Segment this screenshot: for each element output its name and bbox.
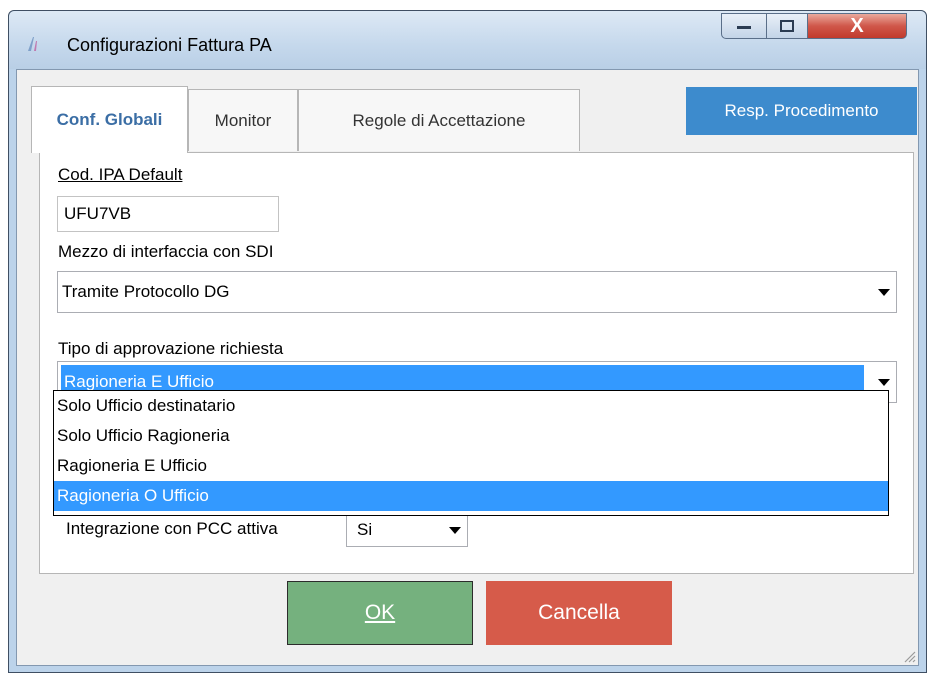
- pcc-select[interactable]: Si: [346, 513, 468, 547]
- window-title: Configurazioni Fattura PA: [67, 35, 272, 55]
- mezzo-select[interactable]: Tramite Protocollo DG: [57, 271, 897, 313]
- tab-label: Conf. Globali: [56, 110, 163, 129]
- dropdown-option-highlighted[interactable]: Ragioneria O Ufficio: [54, 481, 888, 511]
- cod-ipa-label-text: Cod. IPA Default: [58, 165, 183, 184]
- app-icon: [28, 37, 37, 51]
- dialog-window: Configurazioni Fattura PA X Conf. Global…: [8, 10, 927, 673]
- close-icon: X: [850, 14, 864, 37]
- dropdown-option[interactable]: Solo Ufficio Ragioneria: [54, 421, 888, 451]
- ok-button-label: OK: [364, 601, 396, 624]
- mezzo-select-value: Tramite Protocollo DG: [62, 282, 230, 301]
- chevron-down-icon[interactable]: [449, 527, 461, 534]
- tab-monitor[interactable]: Monitor: [188, 89, 298, 151]
- title-bar[interactable]: Configurazioni Fattura PA X: [9, 11, 926, 69]
- cod-ipa-label: Cod. IPA Default: [58, 165, 182, 185]
- minimize-button[interactable]: [721, 13, 767, 39]
- close-button[interactable]: X: [807, 13, 907, 39]
- maximize-button[interactable]: [766, 13, 808, 39]
- dialog-client-area: Conf. Globali Monitor Regole di Accettaz…: [16, 69, 919, 666]
- dropdown-option[interactable]: Solo Ufficio destinatario: [54, 391, 888, 421]
- chevron-down-icon[interactable]: [878, 289, 890, 296]
- ok-button[interactable]: OK: [287, 581, 473, 645]
- cancel-button-label: Cancella: [538, 601, 620, 624]
- tab-label: Monitor: [214, 110, 272, 130]
- pcc-label: Integrazione con PCC attiva: [66, 519, 278, 538]
- tab-regole-accettazione[interactable]: Regole di Accettazione: [298, 89, 580, 151]
- maximize-icon: [780, 20, 794, 32]
- chevron-down-icon[interactable]: [878, 379, 890, 386]
- cod-ipa-input[interactable]: UFU7VB: [57, 196, 279, 232]
- mezzo-label: Mezzo di interfaccia con SDI: [58, 242, 274, 261]
- tipo-approvazione-label: Tipo di approvazione richiesta: [58, 339, 284, 358]
- resize-grip-icon[interactable]: [902, 649, 916, 663]
- minimize-icon: [737, 26, 751, 29]
- dropdown-option[interactable]: Ragioneria E Ufficio: [54, 451, 888, 481]
- pcc-select-value: Si: [357, 520, 373, 539]
- tab-label: Regole di Accettazione: [352, 110, 526, 130]
- tab-conf-globali[interactable]: Conf. Globali: [31, 86, 188, 153]
- cancel-button[interactable]: Cancella: [486, 581, 672, 645]
- tipo-approvazione-dropdown-list: Solo Ufficio destinatario Solo Ufficio R…: [53, 390, 889, 516]
- resp-procedimento-button[interactable]: Resp. Procedimento: [686, 87, 917, 135]
